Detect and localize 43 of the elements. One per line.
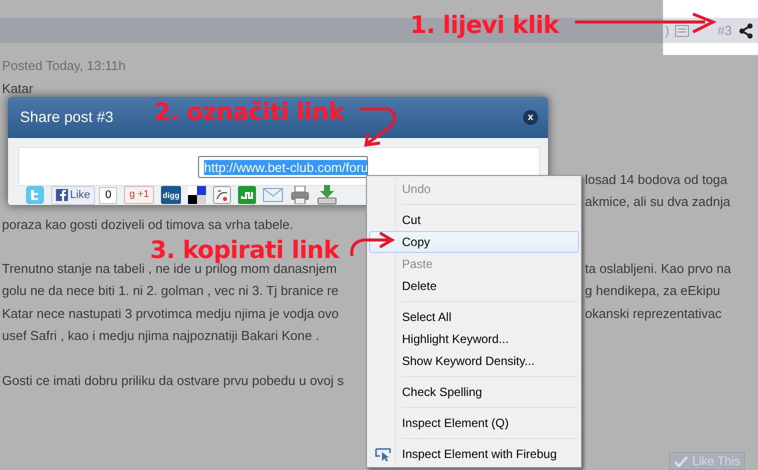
post-text: usef Safri , kao i medju njima najpoznatiji Bakari Kone . <box>2 328 320 344</box>
check-icon <box>674 456 688 466</box>
annotation-text: 2. označiti link <box>154 100 344 124</box>
menu-item[interactable]: Highlight Keyword... <box>369 328 579 350</box>
post-date: Posted Today, 13:11h <box>2 57 127 75</box>
annotation-text: 3. kopirati link <box>150 238 339 262</box>
facebook-icon <box>56 189 68 201</box>
menu-item[interactable]: Inspect Element with Firebug <box>369 443 579 465</box>
squares-icon[interactable] <box>188 186 206 204</box>
post-text: Katar <box>2 81 34 96</box>
bracket-text: ) <box>665 23 670 38</box>
digg-button[interactable]: digg <box>161 186 182 204</box>
bookmark-icon[interactable] <box>213 186 232 204</box>
menu-item[interactable]: Delete <box>369 275 579 297</box>
post-text: poraza kao gosti doziveli od timova sa vrha tabele. <box>2 216 294 232</box>
post-text: losad 14 bodova od toga <box>585 172 728 187</box>
post-text: golu ne da nece biti 1. ni 2. golman , vec ni 3. Tj branice re <box>2 283 339 298</box>
menu-item[interactable]: Inspect Element (Q) <box>369 412 579 434</box>
post-text: ta oslabljeni. Kao prvo na <box>585 261 731 276</box>
post-text: akmice, ali su dva zadnja <box>585 194 730 210</box>
printer-icon[interactable] <box>290 186 310 204</box>
cursor-icon <box>375 448 393 462</box>
post-text: okanski reprezentativac <box>585 306 722 321</box>
mail-icon[interactable] <box>263 188 284 202</box>
menu-item[interactable]: Cut <box>369 209 579 231</box>
window-icon[interactable] <box>675 24 690 36</box>
menu-item[interactable]: Check Spelling <box>369 381 579 403</box>
post-text: Gosti ce imati dobru priliku da ostvare prvu pobedu u ovoj s <box>2 372 344 388</box>
post-text: g hendikepa, za eEkipu <box>585 283 720 298</box>
post-text: Katar nece nastupati 3 prvotimca medju njima je vodja ovo <box>2 306 339 321</box>
close-button[interactable]: x <box>523 110 538 125</box>
google-plus-button[interactable]: g +1 <box>124 186 154 204</box>
share-icon[interactable] <box>738 22 754 38</box>
annotation-arrow <box>350 230 396 258</box>
facebook-like-button[interactable]: Like <box>51 186 96 204</box>
menu-item[interactable]: Copy <box>369 231 579 253</box>
menu-item[interactable]: Select All <box>369 306 579 328</box>
like-count: 0 <box>99 186 118 204</box>
dialog-title: Share post #3 <box>20 109 114 126</box>
menu-item[interactable]: Show Keyword Density... <box>369 350 579 372</box>
annotation-text: 1. lijevi klik <box>410 13 559 37</box>
stumbleupon-icon[interactable] <box>238 186 256 204</box>
download-icon[interactable] <box>317 185 338 205</box>
